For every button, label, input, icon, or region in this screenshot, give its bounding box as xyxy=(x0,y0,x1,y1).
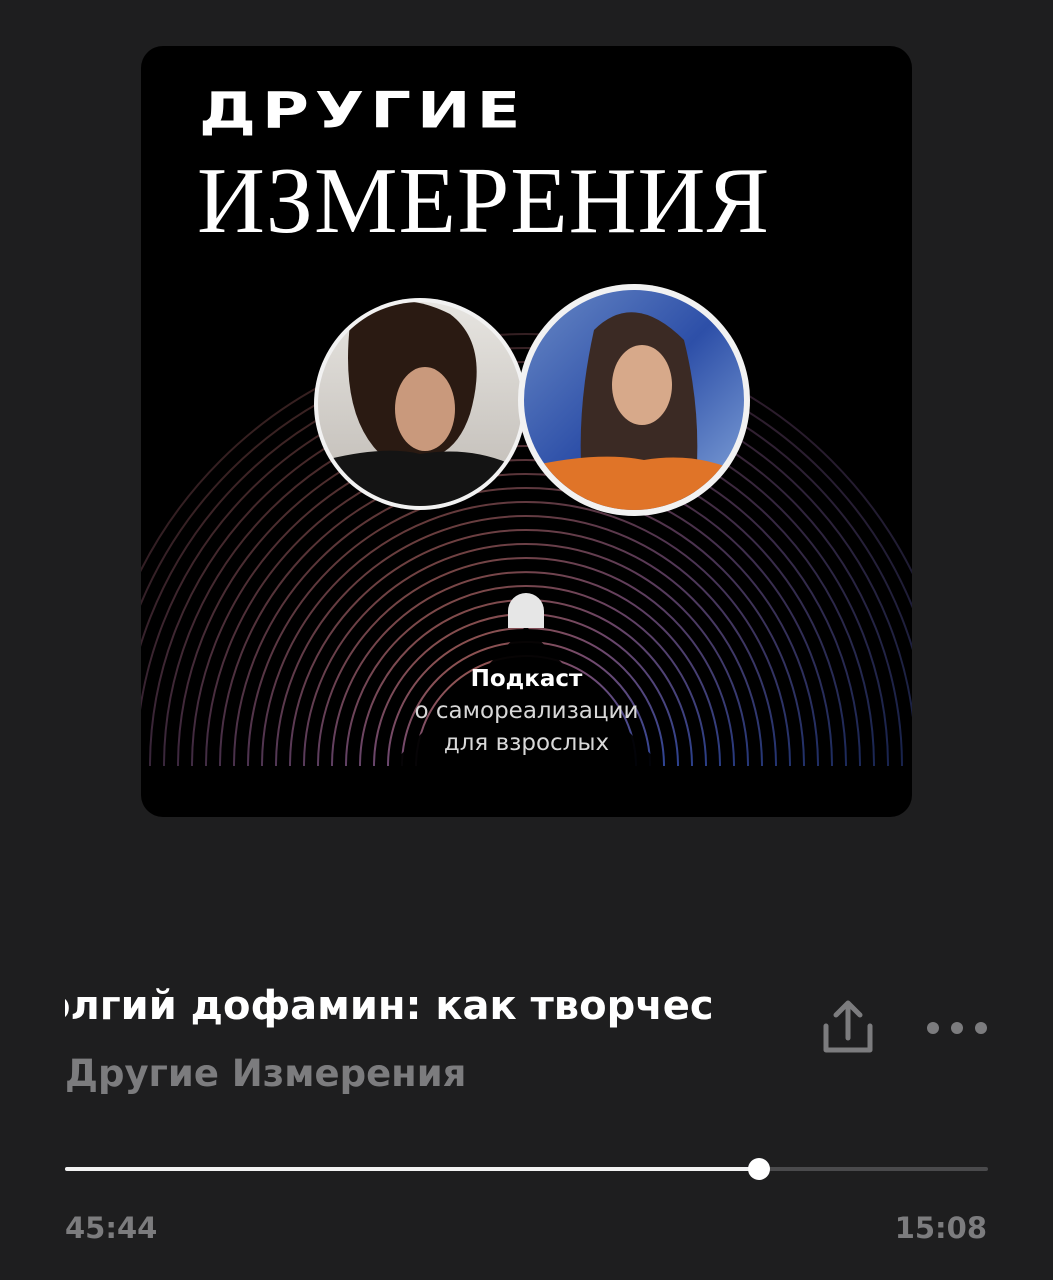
share-button[interactable] xyxy=(816,996,880,1060)
caption-line3: для взрослых xyxy=(443,730,610,756)
cover-title-line1: ДРУГИЕ xyxy=(199,82,527,140)
more-dots-icon xyxy=(927,1022,987,1034)
cover-title-line2: ИЗМЕРЕНИЯ xyxy=(197,149,771,253)
more-button[interactable] xyxy=(922,1006,992,1050)
progress-fill xyxy=(65,1167,760,1171)
share-icon xyxy=(823,1000,873,1053)
playback-progress-slider[interactable] xyxy=(65,1156,988,1182)
cover-caption: Подкаст о самореализации для взрослых xyxy=(141,663,912,759)
caption-line2: о самореализации xyxy=(414,698,639,724)
remaining-time: 15:08 xyxy=(894,1211,987,1245)
podcast-cover: ДРУГИЕ ИЗМЕРЕНИЯ Подкаст о самореализаци… xyxy=(141,46,912,817)
artist-name[interactable]: Другие Измерения xyxy=(65,1050,665,1098)
track-title-text: олгий дофамин: как творчес xyxy=(65,983,714,1029)
player-screen: ДРУГИЕ ИЗМЕРЕНИЯ Подкаст о самореализаци… xyxy=(0,0,1053,1280)
elapsed-time: 45:44 xyxy=(65,1211,158,1245)
progress-knob[interactable] xyxy=(748,1158,771,1180)
caption-bold: Подкаст xyxy=(470,666,583,692)
track-title: олгий дофамин: как творчес xyxy=(65,978,783,1034)
